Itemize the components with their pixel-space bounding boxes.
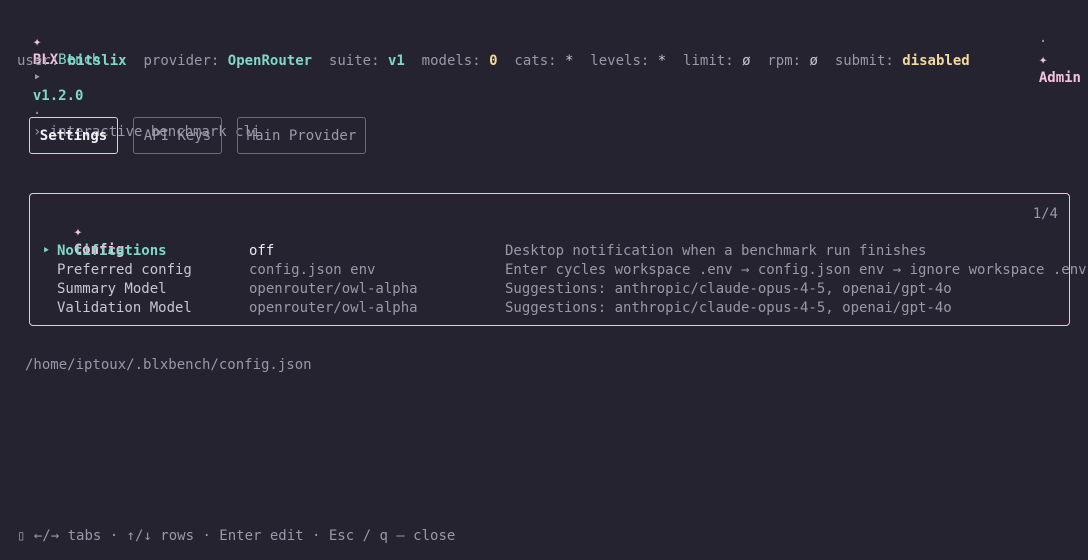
- tab-api-keys[interactable]: API Keys: [133, 117, 222, 154]
- admin-label: Admin: [1038, 70, 1081, 86]
- levels-label: levels:: [590, 53, 650, 69]
- cats-label: cats:: [514, 53, 557, 69]
- status-bar: user: bitslix provider: OpenRouter suite…: [17, 52, 970, 70]
- provider-value: OpenRouter: [227, 53, 313, 69]
- tab-main-provider[interactable]: Main Provider: [237, 117, 366, 154]
- rpm-value: ø: [809, 53, 818, 69]
- user-label: user:: [17, 53, 60, 69]
- submit-label: submit:: [834, 53, 894, 69]
- cats-value: *: [565, 53, 574, 69]
- config-row-summary-model[interactable]: Summary Model openrouter/owl-alpha Sugge…: [30, 280, 1069, 299]
- config-row-description: Desktop notification when a benchmark ru…: [505, 243, 927, 259]
- sparkle-icon: ✦: [32, 34, 42, 50]
- sparkle-icon: ✦: [73, 224, 83, 240]
- models-value: 0: [489, 53, 498, 69]
- version-marker-icon: ‣: [32, 70, 42, 86]
- page-indicator: 1/4: [1032, 206, 1058, 222]
- config-row-value: config.json env: [249, 262, 376, 278]
- config-row-description: Enter cycles workspace .env → config.jso…: [505, 262, 1087, 278]
- config-row-value: openrouter/owl-alpha: [249, 300, 418, 316]
- config-row-name: Notifications: [57, 243, 167, 259]
- admin-indicator: · ✦ Admin: [1022, 15, 1081, 87]
- suite-value: v1: [387, 53, 405, 69]
- version-label: v1.2.0: [32, 88, 84, 104]
- config-row-validation-model[interactable]: Validation Model openrouter/owl-alpha Su…: [30, 299, 1069, 318]
- limit-value: ø: [742, 53, 751, 69]
- levels-value: *: [657, 53, 667, 69]
- config-row-description: Suggestions: anthropic/claude-opus-4-5, …: [505, 281, 952, 297]
- config-panel: ✦ Config 1/4 ‣ Notifications off Desktop…: [29, 193, 1087, 326]
- selected-row-icon: ‣: [42, 243, 51, 259]
- config-row-name: Preferred config: [57, 262, 192, 278]
- keyboard-hints: ▯ ←/→ tabs · ↑/↓ rows · Enter edit · Esc…: [17, 527, 455, 545]
- config-row-value: openrouter/owl-alpha: [249, 281, 418, 297]
- provider-label: provider:: [143, 53, 220, 69]
- suite-label: suite:: [328, 53, 380, 69]
- config-row-description: Suggestions: anthropic/claude-opus-4-5, …: [505, 300, 952, 316]
- user-value: bitslix: [67, 53, 127, 69]
- submit-value: disabled: [902, 53, 970, 69]
- config-row-preferred-config[interactable]: Preferred config config.json env Enter c…: [30, 261, 1087, 280]
- limit-label: limit:: [683, 53, 734, 69]
- tab-settings[interactable]: Settings: [29, 117, 118, 154]
- rpm-label: rpm:: [767, 53, 802, 69]
- keyboard-icon: ▯: [17, 528, 26, 544]
- separator: ·: [1038, 34, 1048, 50]
- models-label: models:: [421, 53, 481, 69]
- keyboard-hints-text: ←/→ tabs · ↑/↓ rows · Enter edit · Esc /…: [33, 528, 456, 544]
- config-row-name: Validation Model: [57, 300, 192, 316]
- config-row-name: Summary Model: [57, 281, 167, 297]
- sparkle-icon: ✦: [1038, 52, 1048, 68]
- config-path: /home/iptoux/.blxbench/config.json: [25, 357, 312, 373]
- config-row-value: off: [249, 243, 275, 259]
- config-row-notifications[interactable]: ‣ Notifications off Desktop notification…: [30, 242, 1069, 261]
